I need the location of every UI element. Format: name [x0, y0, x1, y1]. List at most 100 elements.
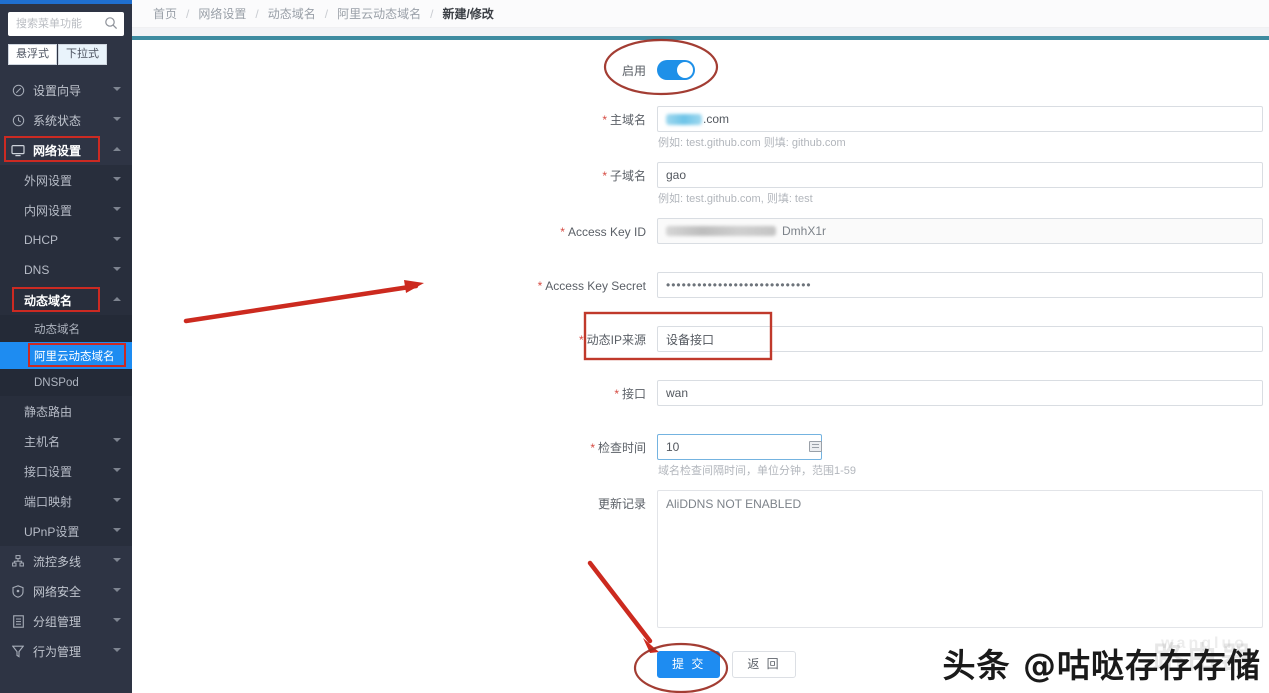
main-domain-input[interactable]: .com	[657, 106, 1263, 132]
segment-dropdown[interactable]: 下拉式	[58, 44, 107, 65]
breadcrumb-item-network-settings[interactable]: 网络设置	[198, 5, 246, 22]
layout-mode-segmented-control: 悬浮式 下拉式	[0, 36, 132, 75]
sidebar-item-label: 动态域名	[24, 292, 113, 309]
sidebar-item-label: 接口设置	[24, 463, 113, 480]
dynamic-ip-source-row: *动态IP来源 设备接口	[132, 326, 1269, 354]
enable-row: 启用	[132, 56, 1269, 84]
main-domain-label: *主域名	[132, 106, 657, 134]
chevron-down-icon	[113, 557, 122, 566]
sidebar-item-port-mapping[interactable]: 端口映射	[0, 486, 132, 516]
sidebar-item-label: DNS	[24, 263, 113, 277]
required-marker: *	[614, 387, 619, 401]
sidebar-item-label: 流控多线	[33, 553, 113, 570]
sidebar-item-traffic-control[interactable]: 流控多线	[0, 546, 132, 576]
sidebar-item-dnspod[interactable]: DNSPod	[0, 369, 132, 396]
chevron-up-icon	[113, 146, 122, 155]
sidebar-item-behavior-management[interactable]: 行为管理	[0, 636, 132, 666]
breadcrumb-item-home[interactable]: 首页	[153, 5, 177, 22]
watermark: 头条 @咕哒存存存储	[943, 639, 1262, 687]
sidebar-item-system-status[interactable]: 系统状态	[0, 105, 132, 135]
chevron-down-icon	[113, 497, 122, 506]
chevron-down-icon	[113, 176, 122, 185]
breadcrumb-item-current: 新建/修改	[442, 5, 493, 22]
required-marker: *	[538, 279, 543, 293]
interface-select[interactable]: wan	[657, 380, 1263, 406]
breadcrumb-separator: /	[325, 7, 328, 21]
sidebar-item-label: 网络安全	[33, 583, 113, 600]
sidebar-item-label: DNSPod	[34, 377, 79, 389]
masked-secret-value: ••••••••••••••••••••••••••••	[666, 278, 812, 292]
sub-domain-input[interactable]: gao	[657, 162, 1263, 188]
sidebar-item-setup-wizard[interactable]: 设置向导	[0, 75, 132, 105]
submit-button[interactable]: 提 交	[657, 651, 720, 678]
required-marker: *	[602, 113, 607, 127]
sidebar-search-area	[0, 4, 132, 36]
funnel-icon	[10, 644, 26, 658]
sidebar-item-label: 内网设置	[24, 202, 113, 219]
clock-icon	[10, 113, 26, 127]
sidebar-item-label: 阿里云动态域名	[34, 348, 115, 364]
sidebar-item-interface-settings[interactable]: 接口设置	[0, 456, 132, 486]
check-time-label: *检查时间	[132, 434, 657, 462]
sidebar-item-upnp-settings[interactable]: UPnP设置	[0, 516, 132, 546]
main-content: 首页 / 网络设置 / 动态域名 / 阿里云动态域名 / 新建/修改 启用 *主…	[132, 0, 1269, 693]
sidebar-item-dhcp[interactable]: DHCP	[0, 225, 132, 255]
check-time-hint: 域名检查间隔时间，单位分钟，范围1-59	[657, 460, 1263, 478]
sidebar-item-static-route[interactable]: 静态路由	[0, 396, 132, 426]
access-key-secret-input[interactable]: ••••••••••••••••••••••••••••	[657, 272, 1263, 298]
masked-value	[666, 114, 702, 125]
chevron-down-icon	[113, 236, 122, 245]
monitor-icon	[10, 143, 26, 157]
ddns-form: 启用 *主域名 .com 例如: test.github.com 则填: git…	[132, 40, 1269, 678]
sidebar-item-label: 分组管理	[33, 613, 113, 630]
number-stepper-icon[interactable]	[809, 441, 822, 452]
search-icon	[104, 16, 118, 30]
sidebar-item-network-security[interactable]: 网络安全	[0, 576, 132, 606]
chevron-down-icon	[113, 266, 122, 275]
sub-domain-label: *子域名	[132, 162, 657, 190]
chevron-down-icon	[113, 467, 122, 476]
main-domain-suffix: .com	[703, 112, 729, 126]
segment-floating[interactable]: 悬浮式	[8, 44, 57, 65]
chevron-down-icon	[113, 206, 122, 215]
update-record-row: 更新记录	[132, 490, 1269, 631]
check-time-input[interactable]: 10	[657, 434, 822, 460]
access-key-secret-row: *Access Key Secret •••••••••••••••••••••…	[132, 272, 1269, 300]
sidebar-item-label: 端口映射	[24, 493, 113, 510]
search-box[interactable]	[8, 12, 124, 36]
sidebar-item-label: 网络设置	[33, 142, 113, 159]
access-key-id-input[interactable]: DmhX1r	[657, 218, 1263, 244]
chevron-down-icon	[113, 527, 122, 536]
update-record-label: 更新记录	[132, 490, 657, 518]
breadcrumb-separator: /	[186, 7, 189, 21]
sidebar-item-hostname[interactable]: 主机名	[0, 426, 132, 456]
sidebar-item-dns[interactable]: DNS	[0, 255, 132, 285]
sidebar-item-aliyun-ddns[interactable]: 阿里云动态域名	[0, 342, 132, 369]
enable-toggle[interactable]	[657, 60, 695, 80]
breadcrumb-item-ddns[interactable]: 动态域名	[268, 5, 316, 22]
chevron-down-icon	[113, 116, 122, 125]
required-marker: *	[590, 441, 595, 455]
masked-value	[666, 226, 776, 236]
access-key-id-suffix: DmhX1r	[782, 224, 826, 238]
chevron-down-icon	[113, 437, 122, 446]
sidebar-item-lan-settings[interactable]: 内网设置	[0, 195, 132, 225]
update-record-textarea[interactable]	[657, 490, 1263, 628]
sidebar-item-label: 主机名	[24, 433, 113, 450]
sidebar-item-ddns-generic[interactable]: 动态域名	[0, 315, 132, 342]
dynamic-ip-source-label: *动态IP来源	[132, 326, 657, 354]
sidebar-item-label: 行为管理	[33, 643, 113, 660]
sidebar-item-group-management[interactable]: 分组管理	[0, 606, 132, 636]
breadcrumb: 首页 / 网络设置 / 动态域名 / 阿里云动态域名 / 新建/修改	[132, 0, 1269, 28]
back-button[interactable]: 返 回	[732, 651, 795, 678]
sidebar-item-wan-settings[interactable]: 外网设置	[0, 165, 132, 195]
chevron-down-icon	[113, 86, 122, 95]
shield-icon	[10, 584, 26, 598]
dynamic-ip-source-select[interactable]: 设备接口	[657, 326, 1263, 352]
sidebar-item-ddns[interactable]: 动态域名	[0, 285, 132, 315]
sidebar-item-network-settings[interactable]: 网络设置	[0, 135, 132, 165]
check-time-row: *检查时间 10 域名检查间隔时间，单位分钟，范围1-59	[132, 434, 1269, 478]
breadcrumb-item-aliyun-ddns[interactable]: 阿里云动态域名	[337, 5, 421, 22]
network-settings-submenu: 外网设置 内网设置 DHCP DNS 动态域名 动态域名 阿里云动态域名	[0, 165, 132, 546]
breadcrumb-separator: /	[255, 7, 258, 21]
